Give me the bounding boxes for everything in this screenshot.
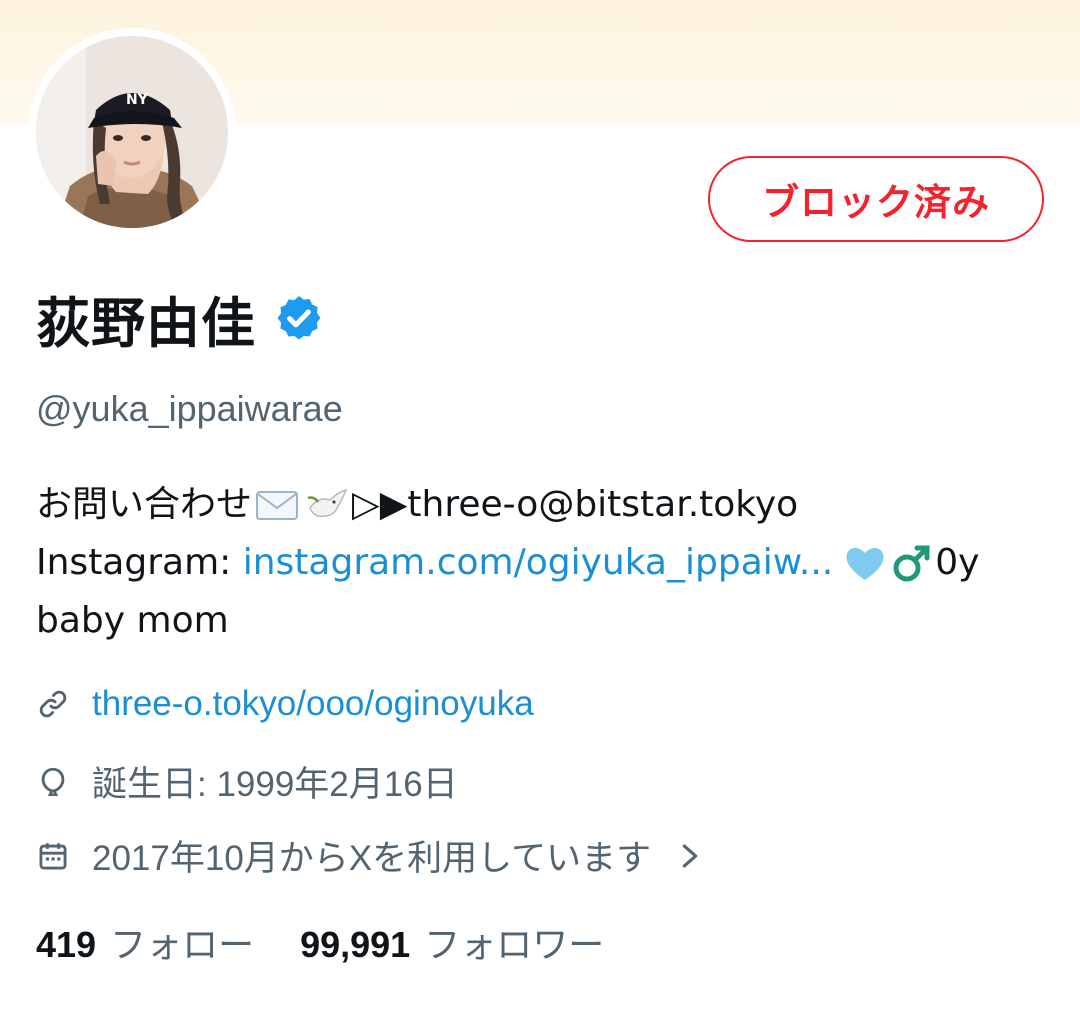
bio-line-3: baby mom bbox=[36, 600, 229, 641]
profile-handle: @yuka_ippaiwarae bbox=[36, 388, 343, 429]
following-stat[interactable]: 419 フォロー bbox=[36, 916, 254, 968]
light-blue-heart-icon bbox=[846, 547, 884, 580]
followers-label: フォロワー bbox=[424, 925, 605, 966]
birthday-row: 誕生日: 1999年2月16日 bbox=[36, 756, 458, 807]
joined-text: 2017年10月からXを利用しています bbox=[92, 839, 652, 878]
profile-bio: お問い合わせ ▷▶ three-o@bitstar.tokyo Instagra… bbox=[36, 476, 1046, 650]
bio-suffix: 0y bbox=[935, 542, 980, 583]
profile-name-row: 荻野由佳 bbox=[36, 280, 324, 356]
balloon-icon bbox=[41, 767, 65, 796]
bio-contact-text: お問い合わせ bbox=[36, 484, 253, 525]
followers-stat[interactable]: 99,991 フォロワー bbox=[300, 916, 604, 968]
blocked-button-label: ブロック済み bbox=[762, 181, 990, 224]
bio-line-2: Instagram: instagram.com/ogiyuka_ippaiw.… bbox=[36, 534, 1046, 592]
bio-line-1: お問い合わせ ▷▶ three-o@bitstar.tokyo bbox=[36, 476, 1046, 534]
birthday-text: 誕生日: 1999年2月16日 bbox=[92, 765, 458, 804]
bio-email: three-o@bitstar.tokyo bbox=[407, 484, 799, 525]
chevron-right-icon bbox=[682, 844, 698, 867]
svg-text:NY: NY bbox=[126, 92, 149, 108]
avatar[interactable]: NY bbox=[36, 36, 228, 228]
following-label: フォロー bbox=[110, 925, 255, 966]
bio-arrows: ▷▶ bbox=[352, 484, 408, 525]
website-link[interactable]: three-o.tokyo/ooo/oginoyuka bbox=[92, 684, 534, 724]
dove-icon bbox=[307, 488, 348, 518]
envelope-icon bbox=[256, 491, 299, 520]
joined-row[interactable]: 2017年10月からXを利用しています bbox=[36, 830, 703, 881]
blocked-button[interactable]: ブロック済み bbox=[708, 156, 1044, 242]
bio-instagram-prefix: Instagram: bbox=[36, 542, 243, 583]
profile-name: 荻野由佳 bbox=[36, 291, 256, 355]
followers-count: 99,991 bbox=[300, 924, 411, 965]
website-row: three-o.tokyo/ooo/oginoyuka bbox=[36, 684, 534, 724]
follow-stats: 419 フォロー 99,991 フォロワー bbox=[36, 916, 604, 968]
bio-instagram-link[interactable]: instagram.com/ogiyuka_ippaiw... bbox=[243, 534, 834, 592]
male-sign-icon bbox=[893, 545, 930, 582]
profile-photo: NY bbox=[36, 36, 228, 228]
following-count: 419 bbox=[36, 924, 97, 965]
verified-badge-icon[interactable] bbox=[274, 293, 324, 343]
calendar-icon bbox=[39, 842, 67, 869]
link-icon bbox=[39, 690, 67, 718]
